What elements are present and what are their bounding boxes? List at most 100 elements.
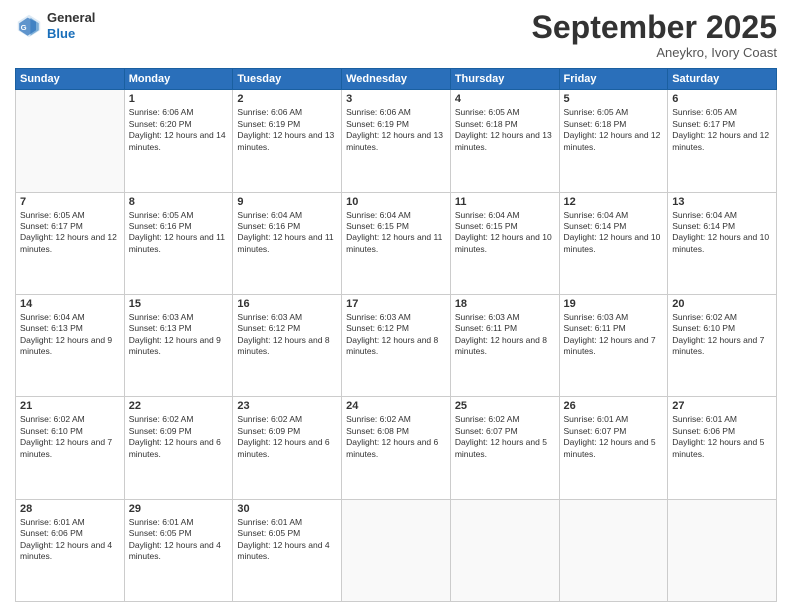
- calendar-day-cell: [450, 499, 559, 601]
- calendar-day-cell: 14 Sunrise: 6:04 AM Sunset: 6:13 PM Dayli…: [16, 294, 125, 396]
- day-info: Sunrise: 6:03 AM Sunset: 6:11 PM Dayligh…: [564, 312, 664, 358]
- calendar-day-cell: [16, 90, 125, 192]
- calendar-day-cell: 23 Sunrise: 6:02 AM Sunset: 6:09 PM Dayli…: [233, 397, 342, 499]
- day-info: Sunrise: 6:04 AM Sunset: 6:16 PM Dayligh…: [237, 210, 337, 256]
- day-number: 30: [237, 503, 337, 515]
- day-number: 12: [564, 196, 664, 208]
- day-number: 6: [672, 93, 772, 105]
- calendar-week-row: 7 Sunrise: 6:05 AM Sunset: 6:17 PM Daylig…: [16, 192, 777, 294]
- calendar-day-cell: 11Sunrise: 6:04 AM Sunset: 6:15 PM Dayli…: [450, 192, 559, 294]
- day-number: 23: [237, 400, 337, 412]
- calendar-day-cell: 4 Sunrise: 6:05 AM Sunset: 6:18 PM Daylig…: [450, 90, 559, 192]
- calendar-day-cell: 2 Sunrise: 6:06 AM Sunset: 6:19 PM Daylig…: [233, 90, 342, 192]
- calendar-week-row: 21 Sunrise: 6:02 AM Sunset: 6:10 PM Dayli…: [16, 397, 777, 499]
- day-number: 10: [346, 196, 446, 208]
- day-number: 16: [237, 298, 337, 310]
- calendar-day-cell: 13 Sunrise: 6:04 AM Sunset: 6:14 PM Dayli…: [668, 192, 777, 294]
- month-title: September 2025: [532, 10, 777, 45]
- day-info: Sunrise: 6:03 AM Sunset: 6:13 PM Dayligh…: [129, 312, 229, 358]
- calendar-day-header: Thursday: [450, 69, 559, 90]
- calendar-day-cell: 16 Sunrise: 6:03 AM Sunset: 6:12 PM Dayli…: [233, 294, 342, 396]
- day-info: Sunrise: 6:04 AM Sunset: 6:14 PM Dayligh…: [564, 210, 664, 256]
- calendar-day-header: Friday: [559, 69, 668, 90]
- calendar-day-cell: 21 Sunrise: 6:02 AM Sunset: 6:10 PM Dayli…: [16, 397, 125, 499]
- day-info: Sunrise: 6:01 AM Sunset: 6:05 PM Dayligh…: [237, 517, 337, 563]
- day-info: Sunrise: 6:05 AM Sunset: 6:18 PM Dayligh…: [564, 107, 664, 153]
- day-number: 19: [564, 298, 664, 310]
- day-info: Sunrise: 6:05 AM Sunset: 6:18 PM Dayligh…: [455, 107, 555, 153]
- day-number: 20: [672, 298, 772, 310]
- day-info: Sunrise: 6:04 AM Sunset: 6:14 PM Dayligh…: [672, 210, 772, 256]
- calendar-day-header: Tuesday: [233, 69, 342, 90]
- day-info: Sunrise: 6:01 AM Sunset: 6:06 PM Dayligh…: [672, 414, 772, 460]
- calendar-day-cell: 5 Sunrise: 6:05 AM Sunset: 6:18 PM Daylig…: [559, 90, 668, 192]
- calendar-day-cell: 1 Sunrise: 6:06 AM Sunset: 6:20 PM Daylig…: [124, 90, 233, 192]
- calendar-day-cell: [559, 499, 668, 601]
- header: G General Blue September 2025 Aneykro, I…: [15, 10, 777, 60]
- day-number: 2: [237, 93, 337, 105]
- calendar-day-cell: 25Sunrise: 6:02 AM Sunset: 6:07 PM Dayli…: [450, 397, 559, 499]
- day-info: Sunrise: 6:01 AM Sunset: 6:06 PM Dayligh…: [20, 517, 120, 563]
- day-number: 29: [129, 503, 229, 515]
- day-info: Sunrise: 6:05 AM Sunset: 6:16 PM Dayligh…: [129, 210, 229, 256]
- calendar-day-cell: 7 Sunrise: 6:05 AM Sunset: 6:17 PM Daylig…: [16, 192, 125, 294]
- day-info: Sunrise: 6:06 AM Sunset: 6:20 PM Dayligh…: [129, 107, 229, 153]
- calendar-day-header: Monday: [124, 69, 233, 90]
- logo: G General Blue: [15, 10, 95, 41]
- calendar-day-cell: 29 Sunrise: 6:01 AM Sunset: 6:05 PM Dayli…: [124, 499, 233, 601]
- logo-icon: G: [15, 12, 43, 40]
- day-number: 4: [455, 93, 555, 105]
- svg-text:G: G: [21, 23, 27, 32]
- calendar-day-header: Sunday: [16, 69, 125, 90]
- calendar-week-row: 14 Sunrise: 6:04 AM Sunset: 6:13 PM Dayli…: [16, 294, 777, 396]
- day-info: Sunrise: 6:02 AM Sunset: 6:10 PM Dayligh…: [672, 312, 772, 358]
- day-number: 27: [672, 400, 772, 412]
- day-number: 5: [564, 93, 664, 105]
- page: G General Blue September 2025 Aneykro, I…: [0, 0, 792, 612]
- day-info: Sunrise: 6:05 AM Sunset: 6:17 PM Dayligh…: [672, 107, 772, 153]
- day-info: Sunrise: 6:01 AM Sunset: 6:05 PM Dayligh…: [129, 517, 229, 563]
- day-info: Sunrise: 6:02 AM Sunset: 6:09 PM Dayligh…: [237, 414, 337, 460]
- logo-general-text: General: [47, 10, 95, 26]
- day-info: Sunrise: 6:02 AM Sunset: 6:07 PM Dayligh…: [455, 414, 555, 460]
- calendar-day-cell: 22 Sunrise: 6:02 AM Sunset: 6:09 PM Dayli…: [124, 397, 233, 499]
- calendar-day-cell: 3Sunrise: 6:06 AM Sunset: 6:19 PM Daylig…: [342, 90, 451, 192]
- day-number: 17: [346, 298, 446, 310]
- day-number: 21: [20, 400, 120, 412]
- day-info: Sunrise: 6:03 AM Sunset: 6:12 PM Dayligh…: [237, 312, 337, 358]
- calendar-day-cell: 19 Sunrise: 6:03 AM Sunset: 6:11 PM Dayli…: [559, 294, 668, 396]
- day-info: Sunrise: 6:02 AM Sunset: 6:10 PM Dayligh…: [20, 414, 120, 460]
- calendar-day-cell: 28Sunrise: 6:01 AM Sunset: 6:06 PM Dayli…: [16, 499, 125, 601]
- day-info: Sunrise: 6:04 AM Sunset: 6:13 PM Dayligh…: [20, 312, 120, 358]
- day-info: Sunrise: 6:04 AM Sunset: 6:15 PM Dayligh…: [346, 210, 446, 256]
- calendar-day-cell: 8 Sunrise: 6:05 AM Sunset: 6:16 PM Daylig…: [124, 192, 233, 294]
- day-info: Sunrise: 6:05 AM Sunset: 6:17 PM Dayligh…: [20, 210, 120, 256]
- day-info: Sunrise: 6:02 AM Sunset: 6:08 PM Dayligh…: [346, 414, 446, 460]
- calendar-day-cell: [668, 499, 777, 601]
- title-block: September 2025 Aneykro, Ivory Coast: [532, 10, 777, 60]
- day-number: 7: [20, 196, 120, 208]
- calendar-day-cell: 30 Sunrise: 6:01 AM Sunset: 6:05 PM Dayli…: [233, 499, 342, 601]
- day-number: 24: [346, 400, 446, 412]
- calendar-day-header: Saturday: [668, 69, 777, 90]
- calendar-table: SundayMondayTuesdayWednesdayThursdayFrid…: [15, 68, 777, 602]
- calendar-header-row: SundayMondayTuesdayWednesdayThursdayFrid…: [16, 69, 777, 90]
- logo-text: General Blue: [47, 10, 95, 41]
- day-number: 13: [672, 196, 772, 208]
- day-info: Sunrise: 6:06 AM Sunset: 6:19 PM Dayligh…: [237, 107, 337, 153]
- day-number: 22: [129, 400, 229, 412]
- day-number: 3: [346, 93, 446, 105]
- calendar-day-cell: 17 Sunrise: 6:03 AM Sunset: 6:12 PM Dayli…: [342, 294, 451, 396]
- day-number: 9: [237, 196, 337, 208]
- day-number: 14: [20, 298, 120, 310]
- day-number: 18: [455, 298, 555, 310]
- day-number: 26: [564, 400, 664, 412]
- day-number: 11: [455, 196, 555, 208]
- day-info: Sunrise: 6:03 AM Sunset: 6:12 PM Dayligh…: [346, 312, 446, 358]
- day-number: 15: [129, 298, 229, 310]
- day-info: Sunrise: 6:02 AM Sunset: 6:09 PM Dayligh…: [129, 414, 229, 460]
- day-number: 8: [129, 196, 229, 208]
- calendar-day-cell: 27 Sunrise: 6:01 AM Sunset: 6:06 PM Dayli…: [668, 397, 777, 499]
- calendar-day-cell: 24 Sunrise: 6:02 AM Sunset: 6:08 PM Dayli…: [342, 397, 451, 499]
- day-number: 1: [129, 93, 229, 105]
